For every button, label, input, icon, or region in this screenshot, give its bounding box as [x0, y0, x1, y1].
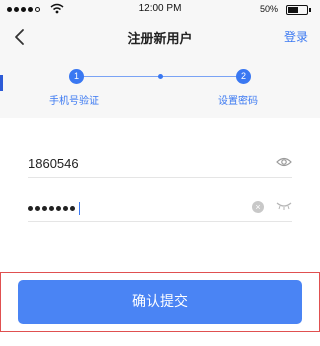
- password-dot: [56, 206, 61, 211]
- password-dot: [49, 206, 54, 211]
- password-dot: [63, 206, 68, 211]
- password-field[interactable]: ×: [28, 192, 292, 222]
- eye-closed-icon[interactable]: [276, 201, 292, 211]
- step-1-label: 手机号验证: [49, 96, 99, 107]
- password-dot: [28, 206, 33, 211]
- battery-tip: [309, 8, 311, 12]
- submit-button[interactable]: 确认提交: [18, 280, 302, 324]
- step-2-indicator: 2: [236, 69, 251, 84]
- nav-bar: 注册新用户 登录: [0, 20, 320, 54]
- battery-icon: [286, 5, 308, 15]
- phone-field[interactable]: 1860546: [28, 148, 292, 178]
- eye-icon[interactable]: [276, 156, 292, 168]
- phone-input-value[interactable]: 1860546: [28, 156, 79, 171]
- battery-percent: 50%: [259, 4, 278, 14]
- step-midpoint-dot: [158, 74, 163, 79]
- password-dot: [42, 206, 47, 211]
- step-progress: 1 2 手机号验证 设置密码: [0, 54, 320, 118]
- password-dot: [35, 206, 40, 211]
- login-link[interactable]: 登录: [284, 28, 308, 45]
- step-1-indicator: 1: [69, 69, 84, 84]
- password-input-value[interactable]: [28, 202, 80, 215]
- step-2-label: 设置密码: [218, 96, 258, 107]
- side-edge-marker: [0, 75, 3, 91]
- text-caret: [79, 202, 80, 215]
- password-dot: [70, 206, 75, 211]
- status-bar: 12:00 PM 50%: [0, 0, 320, 20]
- page-title: 注册新用户: [127, 32, 193, 47]
- clear-icon[interactable]: ×: [252, 201, 264, 213]
